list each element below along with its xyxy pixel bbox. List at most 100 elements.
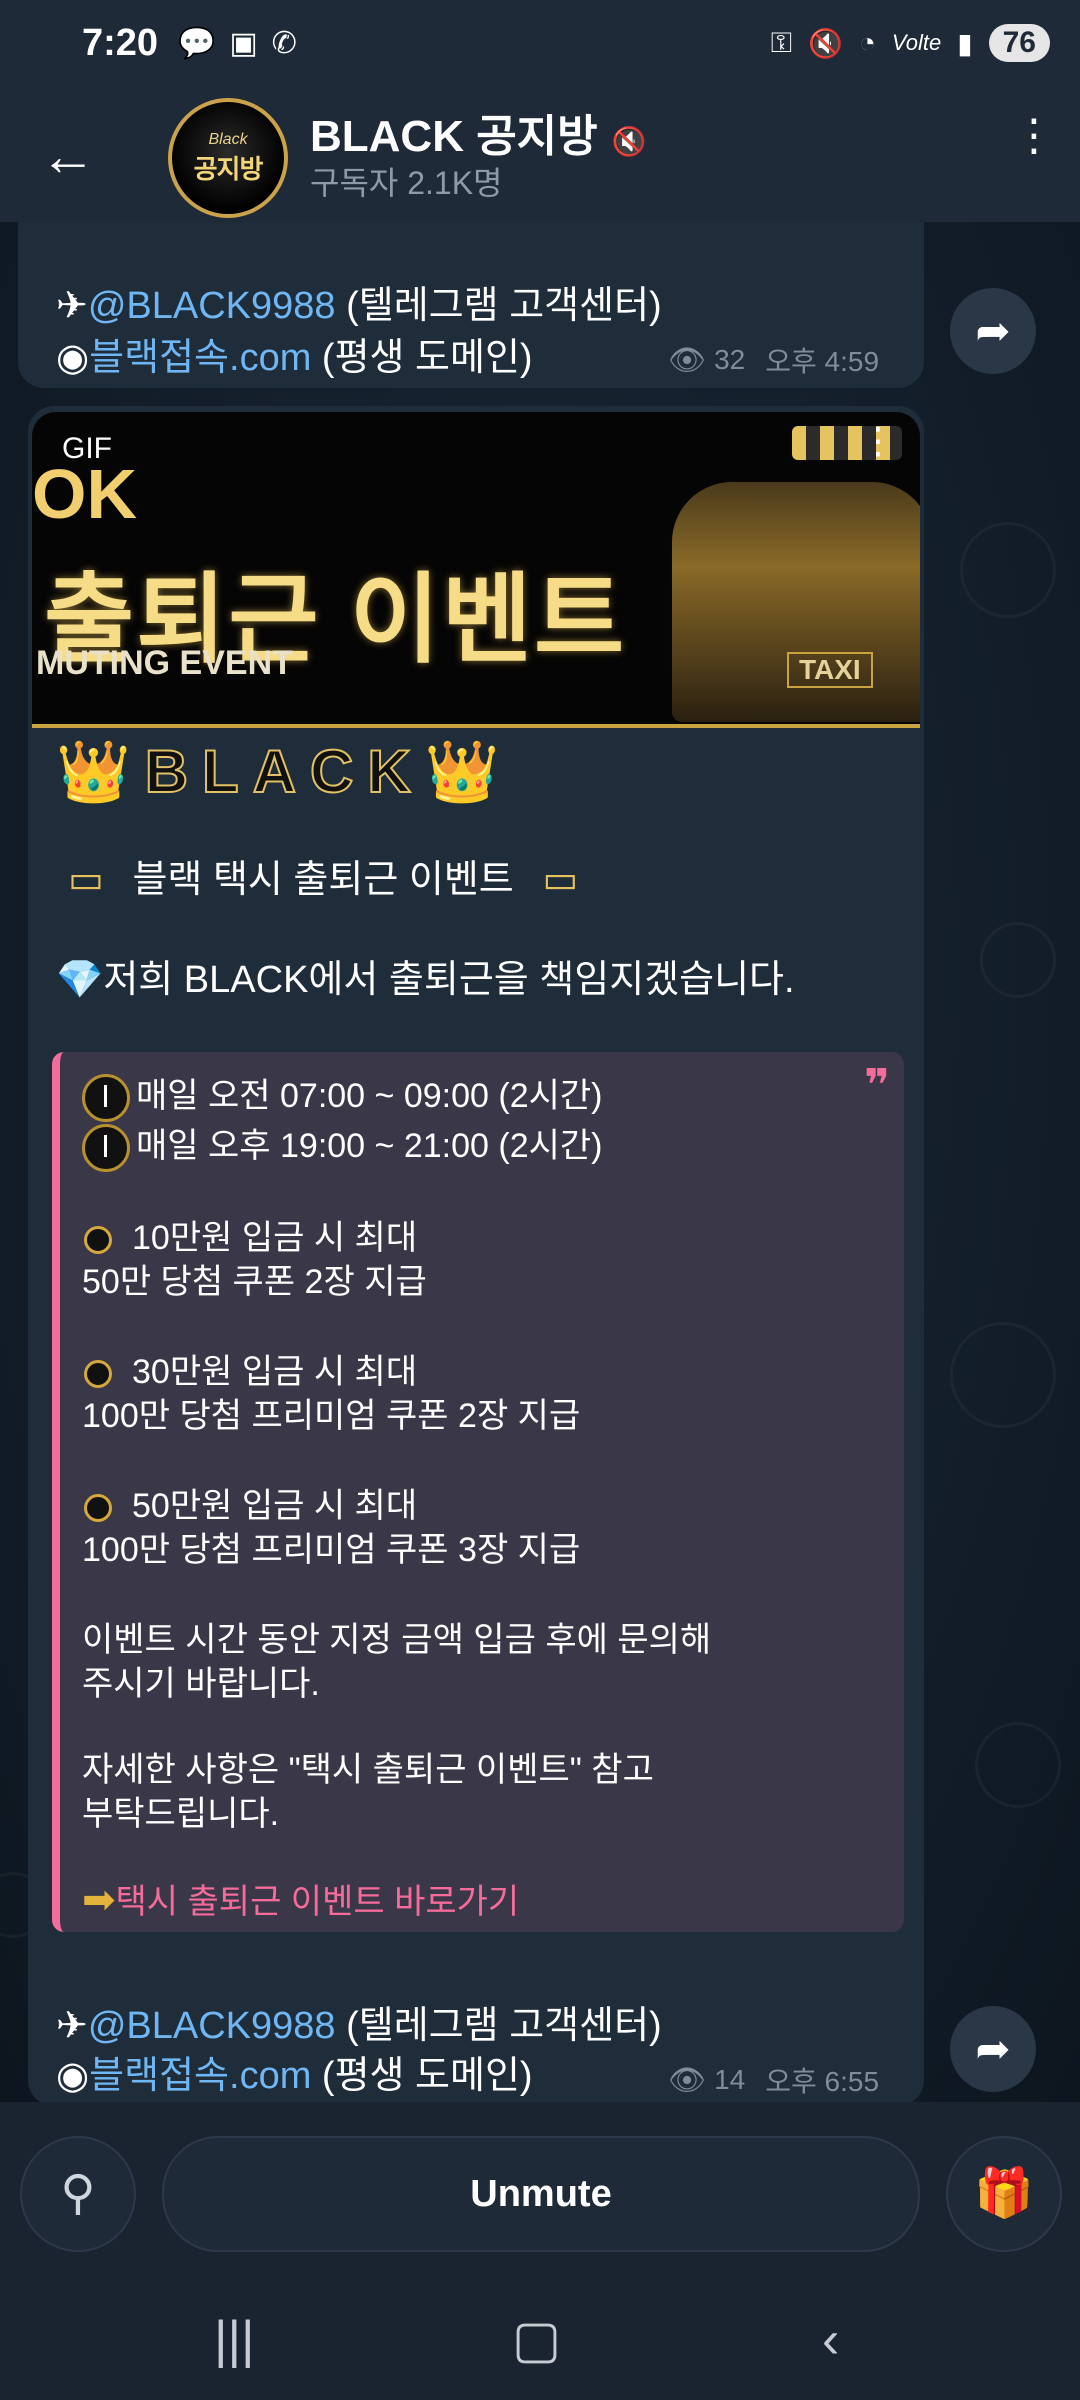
volte-icon: Volte	[891, 30, 942, 55]
event-intro: 💎저희 BLACK에서 출퇴근을 책임지겠습니다.	[56, 959, 795, 1001]
bottom-bar: ⚲ Unmute 🎁	[0, 2102, 1080, 2282]
key-icon: ⚿	[770, 26, 793, 58]
tier-line: 10만원 입금 시 최대	[72, 1210, 417, 1259]
telegram-contact-line: ✈@BLACK9988 (텔레그램 고객센터)	[56, 1994, 662, 2049]
talk-icon: 💬	[178, 27, 216, 60]
tier-line: 30만원 입금 시 최대	[72, 1344, 417, 1393]
channel-avatar[interactable]: Black 공지방	[168, 98, 288, 218]
subscriber-count: 구독자 2.1K명	[310, 165, 503, 201]
note-line: 이벤트 시간 동안 지정 금액 입금 후에 문의해	[82, 1621, 712, 1659]
event-link-line: ➡택시 출퇴근 이벤트 바로가기	[82, 1874, 519, 1923]
note-line: 자세한 사항은 "택시 출퇴근 이벤트" 참고	[82, 1751, 654, 1789]
unmute-button[interactable]: Unmute	[162, 2136, 920, 2252]
status-bar: 7:20 💬 ▣ ✆ ⚿ 🔇 ◔ Volte ▮ 76	[0, 0, 1080, 92]
message-meta: 👁 14 오후 6:55	[668, 2060, 879, 2100]
domain-link[interactable]: 블랙접속.com	[89, 337, 311, 379]
wallpaper-doodle	[960, 522, 1056, 618]
message-time: 오후 6:55	[765, 2066, 880, 2097]
diamond-icon: 💎	[56, 959, 104, 1001]
share-button[interactable]: ➦	[950, 288, 1036, 374]
signal-waves-icon: ◉	[56, 2055, 90, 2097]
banner-commuting-text: MUTING EVENT	[36, 644, 293, 682]
message-bubble[interactable]: ✈@BLACK9988 (텔레그램 고객센터) ◉블랙접속.com (평생 도메…	[18, 222, 924, 388]
tier-detail: 100만 당첨 프리미엄 쿠폰 2장 지급	[82, 1397, 581, 1435]
gif-menu-button[interactable]: ⋮	[860, 423, 896, 459]
more-vertical-icon: ⋮	[1012, 111, 1056, 160]
mute-icon: 🔇	[808, 27, 843, 59]
domain-desc: (평생 도메인)	[311, 337, 533, 379]
bullet-icon	[84, 1226, 112, 1255]
share-arrow-icon: ➦	[975, 307, 1011, 354]
signal-icon: ▮	[957, 27, 973, 59]
search-button[interactable]: ⚲	[20, 2136, 136, 2252]
share-button[interactable]: ➦	[950, 2006, 1036, 2092]
note-line: 부탁드립니다.	[82, 1795, 280, 1833]
arrow-right-icon: ➡	[82, 1878, 116, 1922]
wallpaper-doodle	[980, 922, 1056, 998]
crown-icon: 👑	[424, 738, 514, 805]
gif-banner[interactable]: TAXI GIF OK 출퇴근 이벤트 MUTING EVENT ⋮	[32, 412, 920, 728]
domain-line: ◉블랙접속.com (평생 도메인)	[56, 326, 533, 381]
tier-line: 50만원 입금 시 최대	[72, 1478, 417, 1527]
message-meta: 👁 32 오후 4:59	[668, 340, 879, 380]
domain-line: ◉블랙접속.com (평생 도메인)	[56, 2044, 533, 2099]
chat-header: ← Black 공지방 BLACK 공지방 🔇 구독자 2.1K명 ⋮	[0, 92, 1080, 222]
message-time: 오후 4:59	[765, 346, 880, 377]
wifi-icon: ◔	[858, 27, 876, 58]
event-headline: ▭ 블랙 택시 출퇴근 이벤트 ▭	[68, 859, 579, 901]
domain-desc: (평생 도메인)	[311, 2055, 533, 2097]
eye-icon: 👁	[668, 2063, 707, 2097]
dash-icon: ▭	[68, 859, 104, 901]
avatar-text-main: 공지방	[193, 153, 264, 184]
channel-title-text: BLACK 공지방	[310, 112, 598, 161]
paper-plane-icon: ✈	[56, 2005, 88, 2047]
taxi-plate: TAXI	[787, 652, 873, 688]
system-nav-bar: ||| ▢ ‹	[0, 2282, 1080, 2400]
channel-title[interactable]: BLACK 공지방 🔇	[310, 100, 647, 164]
clock-icon	[82, 1124, 130, 1173]
bullet-icon	[84, 1360, 112, 1389]
wallpaper-doodle	[950, 1322, 1056, 1428]
quote-icon: ❞	[864, 1061, 890, 1110]
avatar-text-top: Black	[208, 130, 248, 148]
telegram-handle-link[interactable]: @BLACK9988	[88, 285, 336, 327]
view-count: 32	[714, 344, 746, 375]
chevron-left-icon: ‹	[822, 2311, 840, 2369]
domain-link[interactable]: 블랙접속.com	[89, 2055, 311, 2097]
dash-icon: ▭	[542, 859, 579, 901]
status-time: 7:20	[82, 22, 159, 64]
schedule-line: 매일 오후 19:00 ~ 21:00 (2시간)	[82, 1118, 603, 1173]
telegram-desc: (텔레그램 고객센터)	[335, 285, 662, 327]
telegram-handle-link[interactable]: @BLACK9988	[88, 2005, 336, 2047]
gift-icon: 🎁	[974, 2167, 1034, 2220]
home-button[interactable]: ▢	[512, 2310, 561, 2370]
whatsapp-icon: ✆	[271, 27, 297, 60]
muted-icon: 🔇	[611, 126, 647, 157]
tier-detail: 50만 당첨 쿠폰 2장 지급	[82, 1263, 427, 1301]
telegram-contact-line: ✈@BLACK9988 (텔레그램 고객센터)	[56, 274, 662, 329]
back-button[interactable]: ←	[40, 124, 104, 188]
brand-title: 👑BLACK👑	[56, 737, 514, 806]
system-back-button[interactable]: ‹	[822, 2310, 839, 2370]
quote-block: ❞ 매일 오전 07:00 ~ 09:00 (2시간) 매일 오후 19:00 …	[52, 1052, 904, 1932]
share-arrow-icon: ➦	[975, 2025, 1011, 2072]
home-icon: ▢	[512, 2311, 562, 2369]
search-icon: ⚲	[60, 2167, 96, 2220]
paper-plane-icon: ✈	[56, 285, 88, 327]
wallpaper-doodle	[975, 1722, 1061, 1808]
view-count: 14	[714, 2064, 746, 2095]
recent-apps-button[interactable]: |||	[214, 2310, 255, 2370]
gift-button[interactable]: 🎁	[946, 2136, 1062, 2252]
clock-icon	[82, 1074, 130, 1123]
banner-ok-text: OK	[32, 455, 137, 533]
bullet-icon	[84, 1494, 112, 1523]
eye-icon: 👁	[668, 343, 707, 377]
battery-indicator: 76	[988, 24, 1050, 62]
crown-icon: 👑	[56, 738, 145, 805]
tier-detail: 100만 당첨 프리미엄 쿠폰 3장 지급	[82, 1531, 581, 1569]
screenshot-icon: ▣	[229, 27, 258, 60]
recent-apps-icon: |||	[214, 2311, 255, 2369]
more-menu-button[interactable]: ⋮	[1012, 114, 1056, 190]
event-link[interactable]: 택시 출퇴근 이벤트 바로가기	[116, 1883, 520, 1921]
telegram-desc: (텔레그램 고객센터)	[335, 2005, 662, 2047]
